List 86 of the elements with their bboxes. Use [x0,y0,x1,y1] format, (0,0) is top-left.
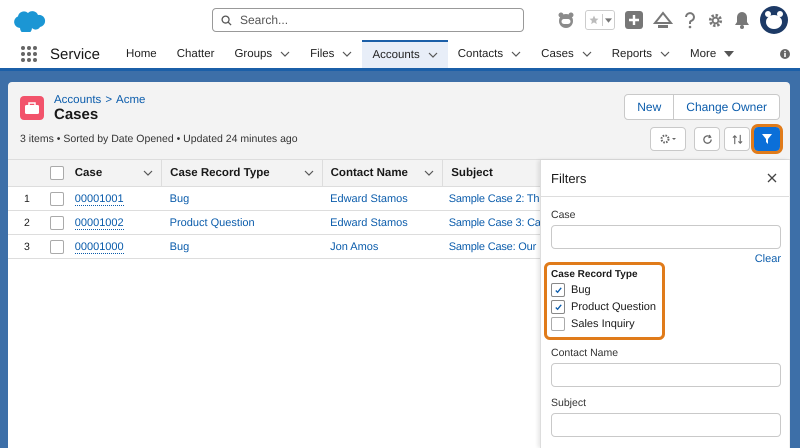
table-link[interactable]: 00001000 [74,240,124,254]
select-all-checkbox[interactable] [50,166,64,180]
input-field[interactable] [551,363,781,387]
filter-icon [761,133,773,145]
clear-link[interactable]: Clear [754,253,781,265]
panel-title: Filters [551,170,586,186]
refresh-button[interactable] [694,127,720,151]
chevron-down-icon[interactable] [582,51,592,57]
favorites-button[interactable] [585,10,615,30]
filter-checkbox[interactable] [551,300,565,314]
list-settings-button[interactable] [650,127,686,151]
filter-button[interactable] [754,127,780,151]
table-link[interactable]: Product Question [170,216,255,228]
option-label: Sales Inquiry [571,318,635,330]
row-number: 1 [24,192,30,204]
row-checkbox[interactable] [50,216,64,230]
row-number: 3 [24,240,30,252]
chevron-down-icon[interactable] [511,51,522,57]
list-title: Cases [54,106,100,123]
chevron-down-icon[interactable] [342,51,352,57]
chevron-down-icon[interactable] [304,170,314,176]
action-button[interactable]: New [624,94,674,120]
gear-caret-icon [658,133,678,145]
input-field[interactable] [551,225,781,249]
chevron-down-icon[interactable] [280,51,290,57]
table-link[interactable]: Bug [170,240,190,252]
nav-tab[interactable]: Home [116,40,167,68]
nav-tab[interactable]: Files [300,40,362,68]
search-field[interactable]: Search... [212,8,524,32]
field-label: Subject [551,397,588,409]
table-link[interactable]: Sample Case: Our [448,240,536,252]
table-link[interactable]: 00001001 [74,192,124,206]
nav-tab[interactable]: Cases [531,40,602,68]
cloud-logo-icon [12,8,46,32]
breadcrumb-link[interactable]: Acme [116,94,146,106]
breadcrumb-separator: > [105,94,112,106]
filter-checkbox[interactable] [551,317,565,331]
chevron-down-icon[interactable] [428,52,438,58]
avatar-icon[interactable] [760,6,788,34]
more-tab[interactable]: More [680,40,744,68]
row-checkbox[interactable] [50,192,64,206]
app-name: Service [50,46,100,62]
search-icon [221,14,232,26]
table-link[interactable]: Edward Stamos [330,216,408,228]
row-number: 2 [24,216,30,228]
option-label: Bug [571,284,591,296]
chevron-down-icon[interactable] [660,51,670,57]
row-checkbox[interactable] [50,240,64,254]
caret-icon [724,51,734,57]
nav-tab[interactable]: Groups [224,40,300,68]
column-header[interactable]: Case [74,167,102,179]
filter-checkbox[interactable] [551,283,565,297]
help-icon[interactable] [683,11,697,29]
input-field[interactable] [551,413,781,437]
option-label: Product Question [571,301,656,313]
column-header[interactable]: Subject [451,167,493,179]
nav-tab[interactable]: Reports [602,40,680,68]
field-label: Case [551,209,577,221]
info-icon[interactable] [780,49,790,59]
field-label: Contact Name [551,347,620,359]
app-launcher-icon[interactable] [20,45,38,63]
search-input[interactable]: Search... [238,12,515,28]
group-label: Case Record Type [551,269,639,280]
sort-button[interactable] [724,127,750,151]
add-icon[interactable] [625,11,643,29]
chevron-down-icon[interactable] [424,170,434,176]
up-down-arrows-icon [732,134,742,144]
table-link[interactable]: Bug [170,192,190,204]
table-link[interactable]: Edward Stamos [330,192,408,204]
table-link[interactable]: Jon Amos [330,240,378,252]
table-link[interactable]: Sample Case 2: Th [448,192,540,204]
nav-tab[interactable]: Accounts [362,40,448,68]
mascot-icon[interactable] [557,11,575,29]
briefcase-icon [20,96,44,120]
notifications-icon[interactable] [734,11,750,29]
settings-icon[interactable] [707,12,724,28]
close-icon[interactable] [767,173,777,183]
nav-tab[interactable]: Contacts [448,40,532,68]
list-info: 3 items • Sorted by Date Opened • Updated 24 minutes ago [20,133,298,145]
caret-icon [605,18,612,23]
chevron-down-icon[interactable] [143,170,154,176]
breadcrumb-link[interactable]: Accounts [54,94,102,106]
nav-tab[interactable]: Chatter [166,40,224,68]
table-link[interactable]: 00001002 [74,216,124,230]
action-button[interactable]: Change Owner [674,94,780,120]
refresh-icon [702,134,712,144]
